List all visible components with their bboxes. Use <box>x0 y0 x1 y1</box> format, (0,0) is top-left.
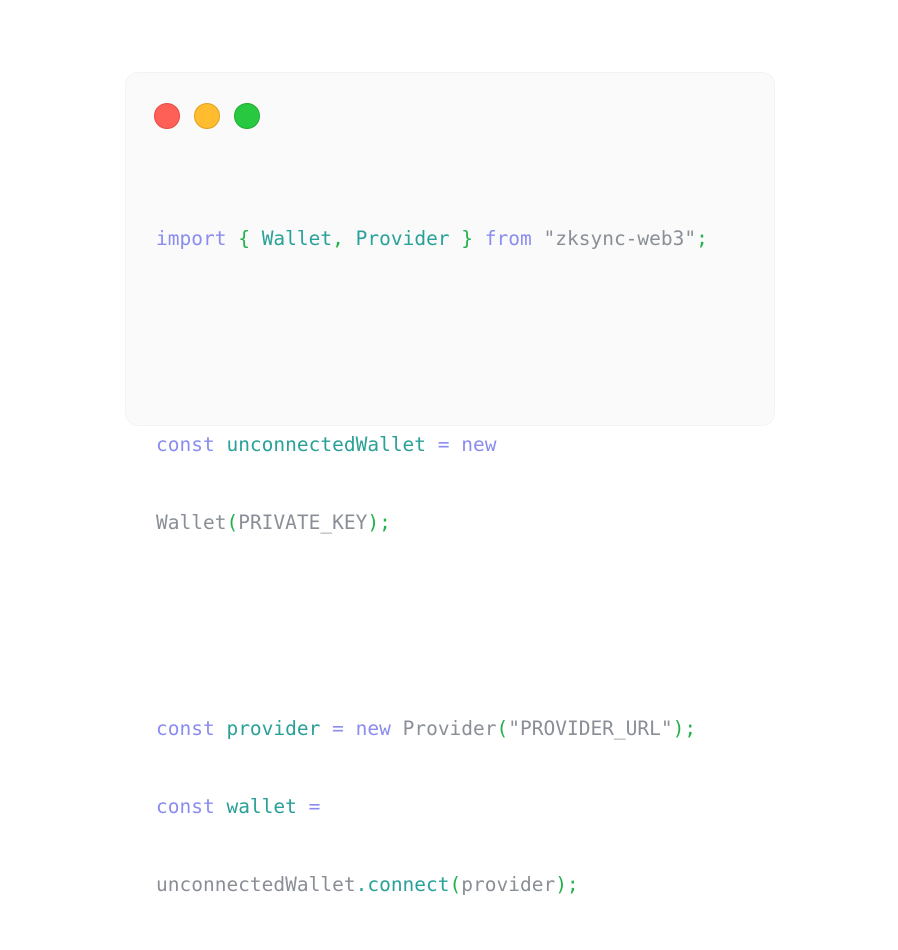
code-line: Wallet(PRIVATE_KEY); <box>156 510 708 536</box>
paren-close: ); <box>367 511 391 534</box>
string-provider-url: "PROVIDER_URL" <box>508 717 673 740</box>
comma: , <box>332 227 356 250</box>
keyword-const: const <box>156 795 215 818</box>
code-line: const wallet = <box>156 794 708 820</box>
code-window: import { Wallet, Provider } from "zksync… <box>126 73 774 896</box>
code-block: import { Wallet, Provider } from "zksync… <box>156 174 708 950</box>
keyword-import: import <box>156 227 227 250</box>
brace-close: } <box>449 227 485 250</box>
class-wallet: Wallet <box>156 511 227 534</box>
argument-provider: provider <box>461 873 556 896</box>
paren-open: ( <box>496 717 509 740</box>
close-dot[interactable] <box>154 103 180 129</box>
keyword-new: new <box>355 717 391 740</box>
semicolon: ; <box>696 227 708 250</box>
identifier-provider-var: provider <box>226 717 321 740</box>
argument-private-key: PRIVATE_KEY <box>238 511 368 534</box>
object-unconnected-wallet: unconnectedWallet <box>156 873 356 896</box>
code-line: unconnectedWallet.connect(provider); <box>156 872 708 898</box>
minimize-dot[interactable] <box>194 103 220 129</box>
brace-open: { <box>226 227 262 250</box>
paren-close: ); <box>672 717 697 740</box>
code-line: const unconnectedWallet = new <box>156 432 708 458</box>
keyword-const: const <box>156 433 215 456</box>
zoom-dot[interactable] <box>234 103 260 129</box>
identifier-wallet-var: wallet <box>226 795 297 818</box>
code-line: const provider = new Provider("PROVIDER_… <box>156 716 708 742</box>
method-connect: .connect <box>355 873 450 896</box>
paren-open: ( <box>226 511 239 534</box>
string-module: "zksync-web3" <box>543 227 697 250</box>
paren-close: ); <box>555 873 579 896</box>
identifier-unconnected-wallet: unconnectedWallet <box>226 433 427 456</box>
code-line: import { Wallet, Provider } from "zksync… <box>156 226 708 252</box>
operator-equals: = <box>320 717 356 740</box>
keyword-from: from <box>484 227 532 250</box>
identifier-provider: Provider <box>355 227 450 250</box>
operator-equals: = <box>426 433 462 456</box>
keyword-const: const <box>156 717 215 740</box>
paren-open: ( <box>449 873 462 896</box>
keyword-new: new <box>461 433 497 456</box>
window-controls <box>154 103 260 129</box>
identifier-wallet: Wallet <box>261 227 333 250</box>
operator-equals: = <box>296 795 321 818</box>
class-provider: Provider <box>402 717 497 740</box>
